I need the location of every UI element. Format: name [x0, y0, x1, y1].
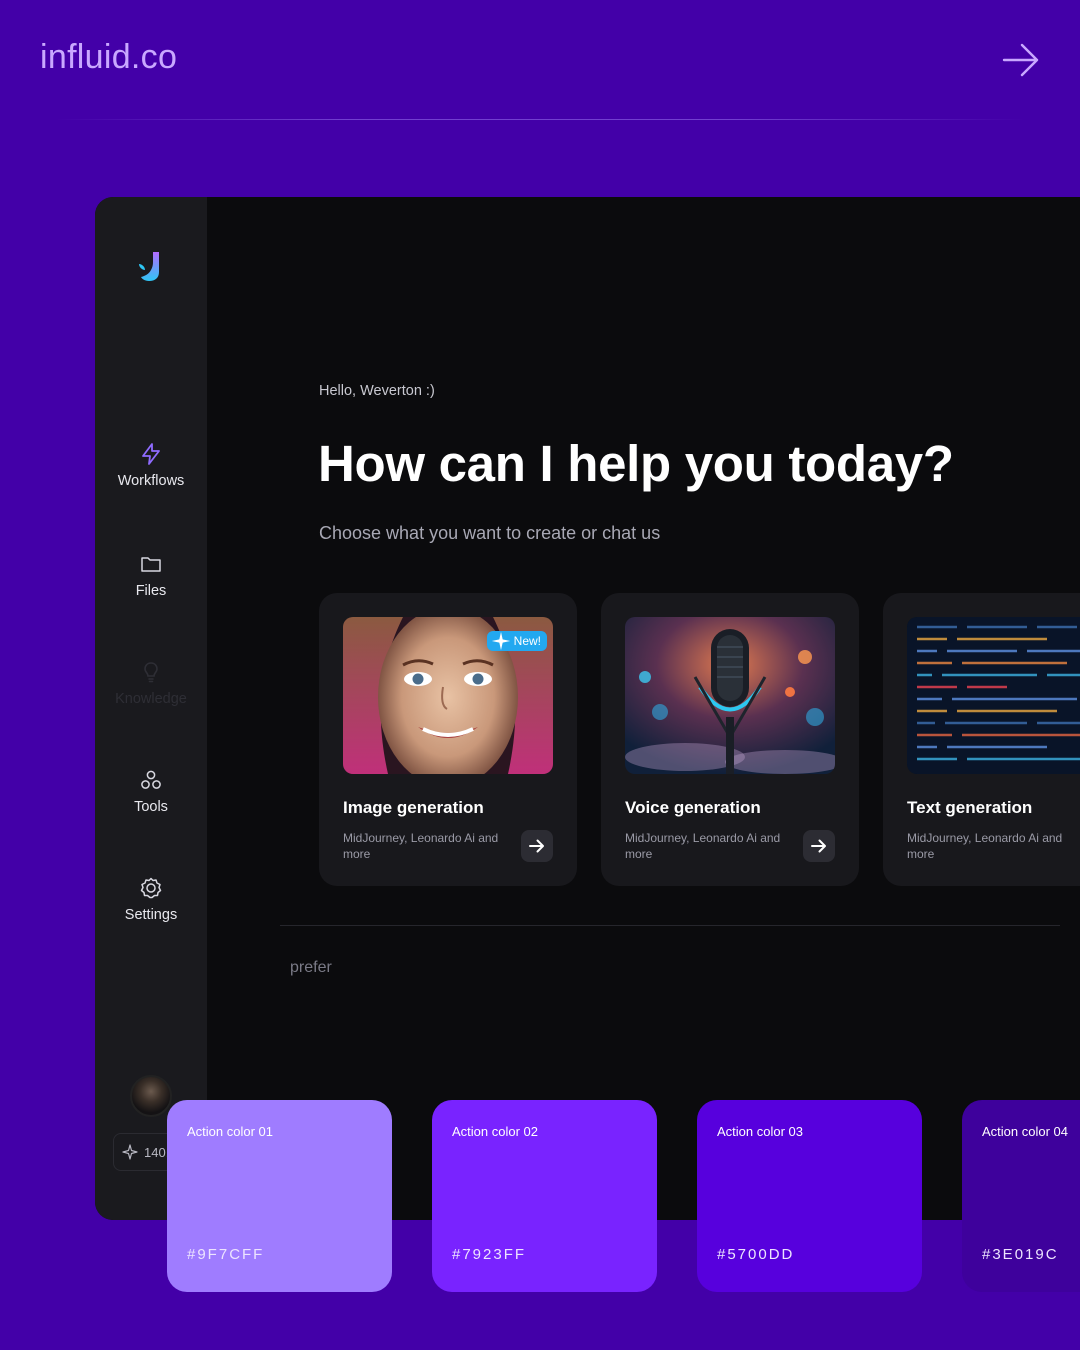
sidebar-item-label: Workflows	[117, 473, 185, 489]
prompt-input-area[interactable]: prefer	[280, 925, 1060, 1015]
tools-icon	[141, 770, 161, 789]
sidebar-item-tools[interactable]: Tools	[95, 768, 207, 816]
sidebar-item-knowledge[interactable]: Knowledge	[95, 660, 207, 708]
card-text-generation[interactable]: Text generation MidJourney, Leonardo Ai …	[883, 593, 1080, 886]
card-title: Voice generation	[625, 798, 761, 817]
swatch-name: Action color 04	[982, 1124, 1068, 1139]
card-description: MidJourney, Leonardo Ai and more	[907, 831, 1063, 861]
app-window: Workflows Files Knowledge Tools Settings…	[95, 197, 1080, 1220]
swatch-hex: #5700DD	[717, 1246, 795, 1263]
lightning-icon	[142, 443, 160, 465]
card-thumbnail-code	[907, 617, 1080, 774]
greeting-text: Hello, Weverton :)	[319, 383, 435, 399]
sidebar-item-settings[interactable]: Settings	[95, 876, 207, 924]
swatch-hex: #9F7CFF	[187, 1246, 265, 1263]
card-description: MidJourney, Leonardo Ai and more	[625, 831, 781, 861]
sidebar-item-label: Settings	[124, 907, 178, 923]
swatch-action-color-03: Action color 03 #5700DD	[697, 1100, 922, 1292]
swatch-action-color-02: Action color 02 #7923FF	[432, 1100, 657, 1292]
card-title: Image generation	[343, 798, 484, 817]
swatch-name: Action color 01	[187, 1124, 273, 1139]
sparkle-icon	[491, 631, 510, 651]
sidebar-item-label: Knowledge	[115, 691, 187, 707]
card-open-button[interactable]	[803, 830, 835, 862]
app-logo-icon[interactable]	[136, 250, 166, 282]
sidebar-item-label: Tools	[134, 799, 168, 815]
prompt-input-text: prefer	[290, 959, 332, 976]
main-content: Hello, Weverton :) How can I help you to…	[207, 197, 1080, 1220]
header-divider	[55, 119, 1025, 120]
sparkle-icon	[122, 1144, 138, 1160]
card-description: MidJourney, Leonardo Ai and more	[343, 831, 499, 861]
card-thumbnail-portrait: New!	[343, 617, 553, 774]
swatch-action-color-04: Action color 04 #3E019C	[962, 1100, 1080, 1292]
swatch-action-color-01: Action color 01 #9F7CFF	[167, 1100, 392, 1292]
swatch-name: Action color 03	[717, 1124, 803, 1139]
swatch-hex: #3E019C	[982, 1246, 1059, 1263]
page-subtitle: Choose what you want to create or chat u…	[319, 523, 661, 543]
sidebar-item-workflows[interactable]: Workflows	[95, 442, 207, 490]
credits-count: 140.	[144, 1144, 170, 1160]
card-image-generation[interactable]: New! Image generation MidJourney, Leonar…	[319, 593, 577, 886]
badge-label: New!	[513, 634, 541, 648]
swatch-hex: #7923FF	[452, 1246, 527, 1263]
sidebar: Workflows Files Knowledge Tools Settings…	[95, 197, 207, 1220]
brand-logo-text[interactable]: influid.co	[40, 38, 177, 77]
avatar[interactable]	[130, 1075, 172, 1117]
card-thumbnail-microphone	[625, 617, 835, 774]
folder-icon	[141, 557, 161, 572]
new-badge: New!	[486, 631, 547, 651]
sidebar-item-label: Files	[135, 583, 167, 599]
card-open-button[interactable]	[521, 830, 553, 862]
lightbulb-icon	[144, 662, 158, 683]
gear-icon	[140, 877, 162, 899]
arrow-right-icon	[811, 839, 826, 853]
card-voice-generation[interactable]: Voice generation MidJourney, Leonardo Ai…	[601, 593, 859, 886]
swatch-name: Action color 02	[452, 1124, 538, 1139]
arrow-right-icon	[529, 839, 544, 853]
arrow-right-icon[interactable]	[1002, 42, 1040, 78]
page-title: How can I help you today?	[318, 435, 954, 492]
card-title: Text generation	[907, 798, 1033, 817]
sidebar-item-files[interactable]: Files	[95, 552, 207, 600]
